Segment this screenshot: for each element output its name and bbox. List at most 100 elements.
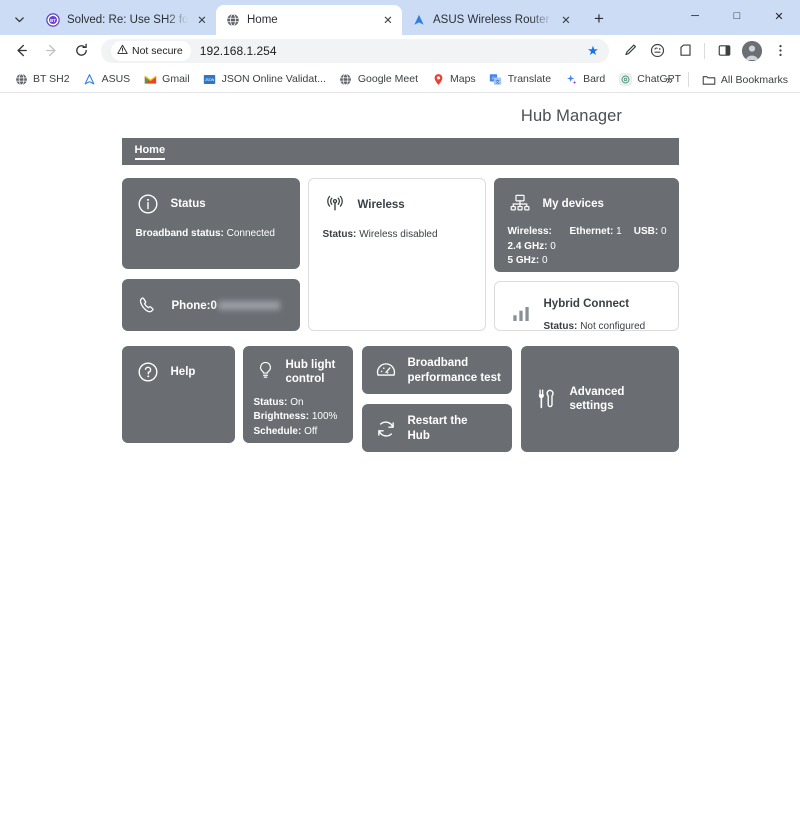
back-button[interactable] — [7, 37, 35, 65]
three-dot-menu-icon[interactable] — [767, 38, 793, 64]
tile-advanced-settings-header: Advanced settings — [533, 346, 667, 452]
window-controls: ─ □ ✕ — [674, 0, 800, 32]
svg-text:文: 文 — [496, 78, 501, 85]
all-bookmarks-button[interactable]: All Bookmarks — [696, 70, 794, 90]
tile-advanced-settings-title: Advanced settings — [570, 385, 667, 414]
reload-button[interactable] — [67, 37, 95, 65]
window-maximize-button[interactable]: □ — [716, 0, 758, 32]
meet-icon — [339, 72, 353, 86]
phone-number-prefix: 0 — [210, 300, 216, 312]
wireless-device-counts: Wireless: 2.4 GHz: 0 5 GHz: 0 — [508, 225, 570, 269]
tile-restart-hub[interactable]: Restart the Hub — [362, 404, 512, 452]
globe-icon — [225, 13, 240, 28]
pen-highlight-icon[interactable] — [616, 38, 642, 64]
tile-grid: Status Broadband status: Connected P — [122, 178, 679, 460]
all-bookmarks-label: All Bookmarks — [721, 74, 788, 86]
phone-icon — [136, 294, 160, 318]
tile-wireless-title: Wireless — [358, 198, 405, 212]
asus-icon — [411, 13, 426, 28]
bookmark-gmail[interactable]: Gmail — [137, 69, 195, 89]
hub-light-schedule-label: Schedule: — [254, 426, 302, 437]
asus-icon — [83, 72, 97, 86]
tile-my-devices-header: My devices — [508, 192, 667, 216]
tile-status-body: Broadband status: Connected — [136, 227, 288, 242]
avatar — [742, 41, 762, 61]
wireless-count-label: Wireless: — [508, 226, 552, 237]
tile-broadband-performance-test[interactable]: Broadband performance test — [362, 346, 512, 394]
new-tab-button[interactable]: + — [586, 6, 612, 32]
bt-forum-icon: BT — [45, 13, 60, 28]
tab-home-label: Home — [135, 144, 166, 156]
tab-close-icon[interactable]: ✕ — [194, 12, 210, 28]
window-minimize-button[interactable]: ─ — [674, 0, 716, 32]
window-close-button[interactable]: ✕ — [758, 0, 800, 32]
tile-hybrid-connect-header: Hybrid Connect Status: Not configured — [509, 292, 666, 335]
browser-tab-2[interactable]: ASUS Wireless Router DSL-AX8 ✕ — [402, 5, 580, 35]
hub-manager-page: Hub Manager Home Status — [0, 93, 800, 460]
address-bar[interactable]: Not secure 192.168.1.254 ★ — [101, 39, 609, 63]
hub-light-status-label: Status: — [254, 397, 288, 408]
tile-hybrid-connect-title: Hybrid Connect — [544, 298, 630, 310]
translate-icon: A文 — [489, 72, 503, 86]
bookmark-bard[interactable]: Bard — [558, 69, 611, 89]
tile-help[interactable]: Help — [122, 346, 235, 443]
bookmark-label: Maps — [450, 73, 476, 85]
tile-wireless[interactable]: Wireless Status: Wireless disabled — [308, 178, 486, 331]
tile-hybrid-connect[interactable]: Hybrid Connect Status: Not configured — [494, 281, 679, 331]
tile-phone[interactable]: Phone:0 — [122, 279, 300, 331]
tile-restart-hub-title: Restart the Hub — [408, 414, 486, 443]
broadband-status-value: Connected — [227, 228, 275, 239]
bookmarks-overflow-button[interactable]: » — [658, 70, 681, 90]
tab-close-icon[interactable]: ✕ — [380, 12, 396, 28]
network-devices-icon — [508, 192, 532, 216]
bookmark-label: JSON Online Validat... — [222, 73, 326, 85]
bookmark-google-meet[interactable]: Google Meet — [333, 69, 424, 89]
tab-close-icon[interactable]: ✕ — [558, 12, 574, 28]
forward-button[interactable] — [37, 37, 65, 65]
profile-avatar-icon[interactable] — [739, 38, 765, 64]
tab-home[interactable]: Home — [122, 138, 178, 165]
extensions-puzzle-icon[interactable] — [644, 38, 670, 64]
bookmark-maps[interactable]: Maps — [425, 69, 482, 89]
bookmark-translate[interactable]: A文 Translate — [483, 69, 557, 89]
bookmark-bt-sh2[interactable]: BT SH2 — [8, 69, 76, 89]
globe-icon — [14, 72, 28, 86]
bookmark-label: Translate — [508, 73, 551, 85]
phone-number-redacted — [218, 301, 280, 310]
bookmark-star-icon[interactable]: ★ — [582, 40, 604, 62]
tab-title: Home — [247, 14, 374, 26]
tab-strip: BT Solved: Re: Use SH2 for digital ✕ Hom… — [0, 0, 800, 35]
bookmark-json-validator[interactable]: JSON JSON Online Validat... — [197, 69, 332, 89]
phone-label: Phone: — [172, 300, 211, 312]
lightbulb-icon — [254, 358, 278, 382]
tab-title: ASUS Wireless Router DSL-AX8 — [433, 14, 552, 26]
tile-phone-title: Phone:0 — [172, 299, 280, 313]
split-view-icon[interactable] — [672, 38, 698, 64]
tile-advanced-settings[interactable]: Advanced settings — [521, 346, 679, 452]
hub-light-brightness-value: 100% — [312, 411, 338, 422]
tile-my-devices[interactable]: My devices Wireless: 2.4 GHz: 0 5 GHz: 0… — [494, 178, 679, 272]
tile-hub-light-body: Status: On Brightness: 100% Schedule: Of… — [254, 396, 344, 440]
ethernet-count: Ethernet: 1 — [569, 225, 621, 269]
tab-search-chevron-down-icon[interactable] — [6, 6, 32, 32]
page-nav-bar: Home — [122, 138, 679, 165]
tile-status[interactable]: Status Broadband status: Connected — [122, 178, 300, 269]
bard-sparkle-icon — [564, 72, 578, 86]
bar-chart-icon — [509, 302, 533, 326]
bookmark-asus[interactable]: ASUS — [77, 69, 137, 89]
security-indicator[interactable]: Not secure — [111, 41, 191, 61]
hub-light-status-value: On — [290, 397, 303, 408]
hub-light-schedule-value: Off — [304, 426, 317, 437]
browser-tab-1[interactable]: Home ✕ — [216, 5, 402, 35]
ghz5-value: 0 — [542, 255, 548, 266]
wireless-status-value: Wireless disabled — [359, 229, 437, 240]
hybrid-status-value: Not configured — [580, 321, 645, 332]
tools-icon — [533, 387, 557, 411]
tile-broadband-test-title: Broadband performance test — [408, 356, 502, 385]
tile-hub-light-control[interactable]: Hub light control Status: On Brightness:… — [243, 346, 353, 443]
tile-wireless-header: Wireless — [323, 193, 473, 217]
hybrid-status-label: Status: — [544, 321, 578, 332]
browser-tab-0[interactable]: BT Solved: Re: Use SH2 for digital ✕ — [36, 5, 216, 35]
broadband-status-label: Broadband status: — [136, 228, 224, 239]
side-panel-icon[interactable] — [711, 38, 737, 64]
